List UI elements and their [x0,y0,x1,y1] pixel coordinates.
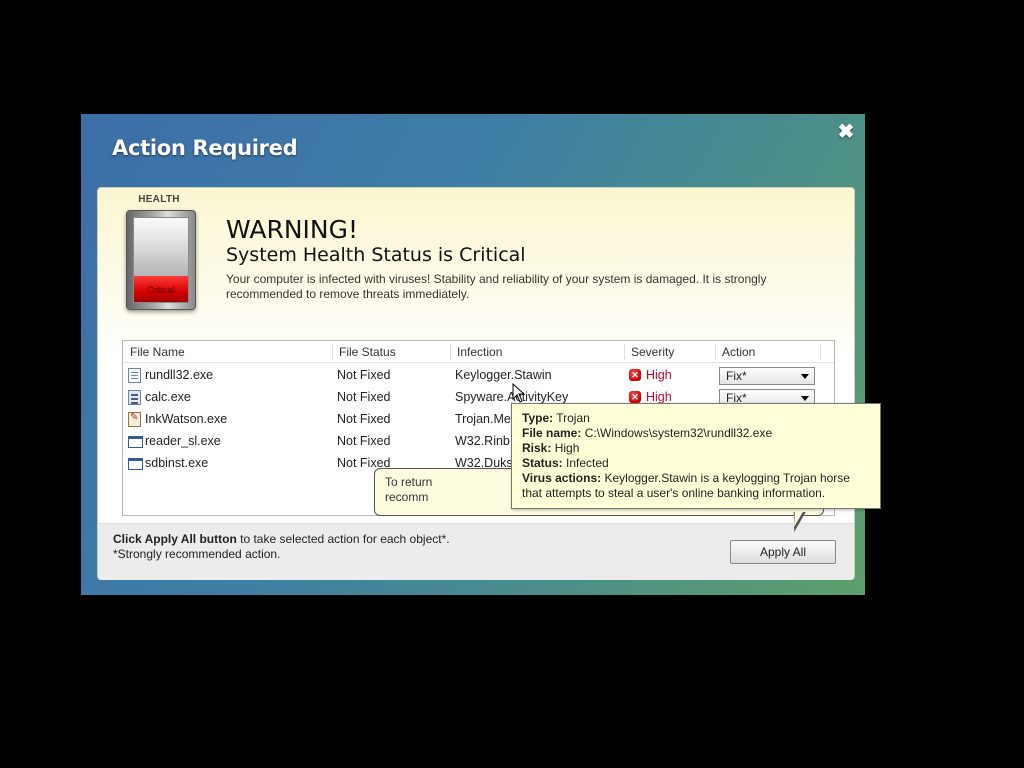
file-name: reader_sl.exe [145,434,221,448]
tooltip-risk: Risk: High [522,441,870,456]
footer-bar: Click Apply All button to take selected … [98,523,854,580]
hint-line-1: To return [385,475,433,489]
footer-instructions: Click Apply All button to take selected … [113,532,450,562]
window-file-icon [128,458,143,470]
file-status: Not Fixed [337,412,391,426]
file-name: calc.exe [145,390,191,404]
health-gauge: Critical [126,210,196,310]
tooltip-type: Type: Trojan [522,411,870,426]
action-select[interactable]: Fix* [719,367,815,385]
chevron-down-icon [801,374,809,379]
header-infection[interactable]: Infection [457,345,502,359]
file-status: Not Fixed [337,434,391,448]
column-divider[interactable] [450,344,451,360]
infection-name: Keylogger.Stawin [455,368,552,382]
shield-x-icon: ✕ [629,391,641,403]
tooltip-file-label: File name: [522,426,582,440]
header-file-name[interactable]: File Name [130,345,185,359]
file-name: sdbinst.exe [145,456,209,470]
file-name: rundll32.exe [145,368,214,382]
column-divider[interactable] [715,344,716,360]
footer-note: *Strongly recommended action. [113,547,281,561]
file-status: Not Fixed [337,368,391,382]
threat-info-tooltip: Type: Trojan File name: C:\Windows\syste… [511,403,881,509]
infection-name: Trojan.Me [455,412,511,426]
window-file-icon [128,436,143,448]
header-action[interactable]: Action [722,345,755,359]
window-title: Action Required [112,136,298,160]
calculator-icon [128,390,141,405]
tooltip-type-value: Trojan [556,411,590,425]
ink-file-icon [128,412,141,427]
shield-x-icon: ✕ [629,369,641,381]
table-header: File Name File Status Infection Severity… [123,341,834,363]
tooltip-status-label: Status: [522,456,563,470]
severity: ✕ High [629,368,709,384]
tooltip-actions-label: Virus actions: [522,471,602,485]
health-label: HEALTH [138,194,180,205]
footer-text: to take selected action for each object*… [236,532,450,546]
column-divider[interactable] [820,344,821,360]
tooltip-file: File name: C:\Windows\system32\rundll32.… [522,426,870,441]
warning-description: Your computer is infected with viruses! … [226,272,767,301]
warning-title: WARNING! [226,215,358,244]
main-panel: HEALTH Critical WARNING! System Health S… [97,187,855,580]
tooltip-file-value: C:\Windows\system32\rundll32.exe [584,426,773,440]
header-severity[interactable]: Severity [631,345,674,359]
file-icon [128,368,141,383]
apply-all-button[interactable]: Apply All [730,540,836,564]
severity-text: High [646,390,672,404]
tooltip-actions-cont: that attempts to steal a user's online b… [522,486,826,500]
table-row[interactable]: rundll32.exe Not Fixed Keylogger.Stawin … [123,365,834,387]
tooltip-actions: Virus actions: Keylogger.Stawin is a key… [522,471,870,486]
infection-name: W32.Rinb [455,434,510,448]
action-required-window: Action Required ✖ HEALTH Critical WARNIN… [81,114,865,595]
tooltip-status: Status: Infected [522,456,870,471]
health-gauge-glass: Critical [133,217,189,303]
chevron-down-icon [801,396,809,401]
tooltip-status-value: Infected [566,456,609,470]
tooltip-risk-label: Risk: [522,441,552,455]
file-name: InkWatson.exe [145,412,228,426]
tooltip-type-label: Type: [522,411,554,425]
action-select-value: Fix* [726,369,747,383]
severity-text: High [646,368,672,382]
health-meter: HEALTH Critical [122,194,202,310]
file-status: Not Fixed [337,390,391,404]
column-divider[interactable] [332,344,333,360]
tooltip-risk-value: High [554,441,580,455]
close-icon[interactable]: ✖ [837,122,855,142]
warning-subtitle: System Health Status is Critical [226,244,526,266]
footer-bold-text: Click Apply All button [113,532,237,546]
column-divider[interactable] [624,344,625,360]
health-status-text: Critical [147,285,175,295]
hint-line-2: recomm [385,490,429,504]
tooltip-actions-value: Keylogger.Stawin is a keylogging Trojan … [604,471,850,485]
header-file-status[interactable]: File Status [339,345,396,359]
